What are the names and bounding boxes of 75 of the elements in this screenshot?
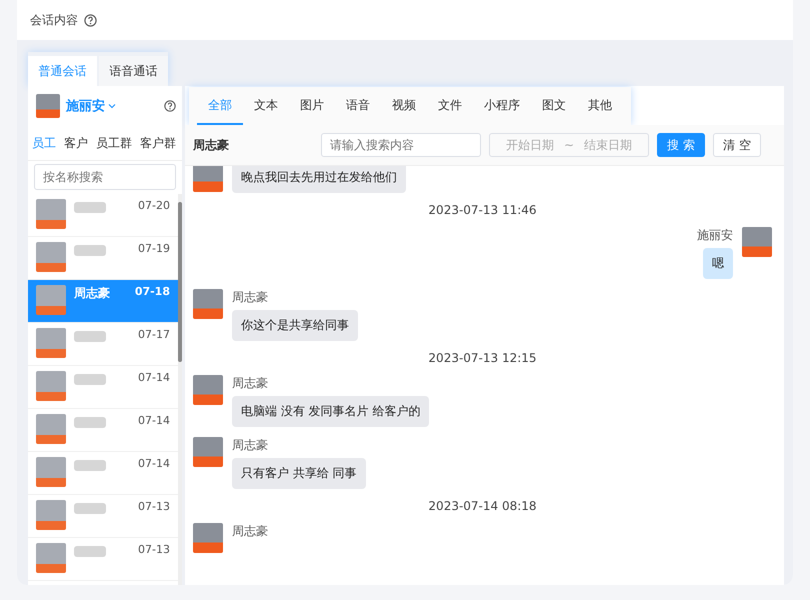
category-tab[interactable]: 客户: [60, 134, 92, 152]
message-type-tab[interactable]: 语音: [335, 87, 381, 125]
conversation-tab[interactable]: 语音通话: [99, 56, 168, 86]
contact-item[interactable]: 07-14: [28, 409, 178, 452]
contact-name: 周志豪: [193, 136, 230, 154]
contact-item[interactable]: 07-13: [28, 495, 178, 538]
contact-date: 07-14: [138, 371, 170, 384]
message-type-tab[interactable]: 文件: [427, 87, 473, 125]
message-bubble: 晚点我回去先用过在发给他们: [232, 166, 406, 193]
scrollbar-thumb[interactable]: [178, 202, 182, 362]
timestamp: 2023-07-14 08:18: [427, 498, 538, 515]
chevron-down-icon[interactable]: [108, 103, 116, 109]
timestamp: 2023-07-13 12:15: [427, 350, 538, 367]
timestamp: 2023-07-13 11:46: [427, 202, 538, 219]
help-icon[interactable]: [164, 100, 176, 112]
message-type-tab[interactable]: 其他: [577, 87, 623, 125]
contact-item[interactable]: 07-20: [28, 194, 178, 237]
avatar-photo-placeholder: [193, 375, 223, 405]
section-title: 会话内容: [30, 12, 78, 28]
message-type-tab[interactable]: 小程序: [473, 87, 531, 125]
avatar-photo-placeholder: [742, 227, 772, 257]
message-bubble: 你这个是共享给同事: [232, 310, 358, 341]
avatar-photo-placeholder: [36, 414, 66, 444]
blurred-name: [74, 331, 106, 342]
avatar-photo-placeholder: [36, 328, 66, 358]
search-field[interactable]: 请输入搜索内容: [321, 133, 481, 157]
sender-name: 施丽安: [697, 227, 733, 244]
category-tab[interactable]: 员工群: [92, 134, 136, 152]
avatar-photo-placeholder: [36, 199, 66, 229]
avatar-photo-placeholder: [193, 437, 223, 467]
contact-item[interactable]: 07-14: [28, 366, 178, 409]
contact-item[interactable]: 07-14: [28, 452, 178, 495]
message-type-tab[interactable]: 文本: [243, 87, 289, 125]
message-type-tab[interactable]: 图片: [289, 87, 335, 125]
contact-date: 07-14: [138, 457, 170, 470]
sender-name: 周志豪: [232, 437, 268, 454]
sender-name: 周志豪: [232, 375, 268, 392]
sender-name: 周志豪: [232, 523, 268, 540]
avatar-photo-placeholder: [36, 457, 66, 487]
help-icon[interactable]: [84, 14, 97, 26]
contact-date: 07-19: [138, 242, 170, 255]
message-type-tab[interactable]: 图文: [531, 87, 577, 125]
search-field[interactable]: 按名称搜索: [34, 164, 176, 190]
contact-date: 07-17: [138, 328, 170, 341]
blurred-name: [74, 503, 106, 514]
message-bubble: 只有客户 共享给 同事: [232, 458, 366, 489]
avatar-photo-placeholder: [193, 166, 223, 192]
contact-item[interactable]: 07-17: [28, 323, 178, 366]
contact-item[interactable]: 07-13: [28, 538, 178, 581]
contact-date: 07-20: [138, 199, 170, 212]
avatar-photo-placeholder: [36, 94, 60, 118]
blurred-name: [74, 374, 106, 385]
avatar-photo-placeholder: [36, 285, 66, 315]
avatar-photo-placeholder: [36, 371, 66, 401]
contact-date: 07-13: [138, 500, 170, 513]
contact-date: 07-14: [138, 414, 170, 427]
message-type-tab[interactable]: 视频: [381, 87, 427, 125]
avatar-photo-placeholder: [36, 543, 66, 573]
message-bubble: 电脑端 没有 发同事名片 给客户的: [232, 396, 430, 427]
contact-date: 07-13: [138, 543, 170, 556]
category-tab[interactable]: 客户群: [136, 134, 180, 152]
blurred-name: [74, 460, 106, 471]
sender-name: 周志豪: [232, 289, 268, 306]
avatar-photo-placeholder: [36, 242, 66, 272]
contact-date: 07-18: [134, 285, 170, 298]
clear-button[interactable]: 清 空: [713, 133, 761, 157]
blurred-name: [74, 245, 106, 256]
message-bubble: 嗯: [703, 248, 733, 279]
avatar-photo-placeholder: [193, 523, 223, 553]
blurred-name: [74, 546, 106, 557]
contact-name: 周志豪: [74, 285, 110, 302]
blurred-name: [74, 417, 106, 428]
blurred-name: [74, 202, 106, 213]
avatar-photo-placeholder: [36, 500, 66, 530]
avatar-photo-placeholder: [193, 289, 223, 319]
